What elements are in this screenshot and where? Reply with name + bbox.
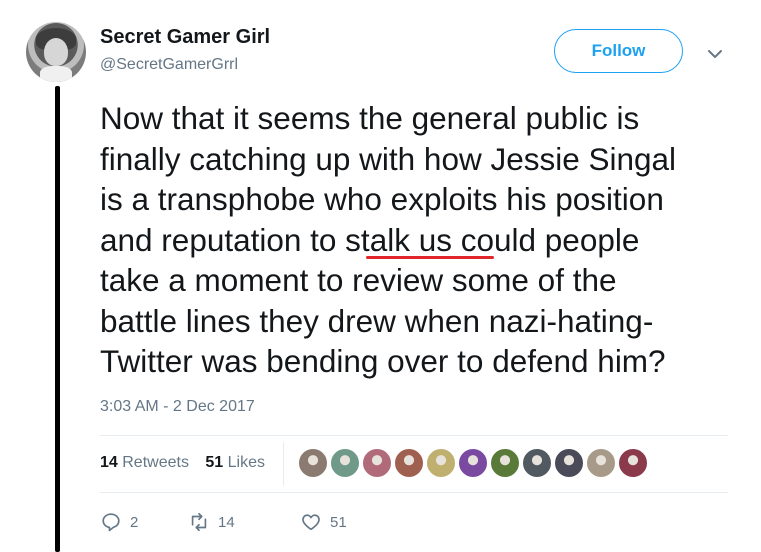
thread-line bbox=[55, 86, 60, 552]
retweet-icon bbox=[191, 512, 207, 532]
liker-avatar-1[interactable] bbox=[297, 447, 329, 479]
reply-count: 2 bbox=[130, 513, 139, 531]
red-underline-annotation bbox=[366, 256, 494, 259]
reply-icon bbox=[102, 513, 120, 532]
liker-avatar-5[interactable] bbox=[425, 447, 457, 479]
avatar[interactable] bbox=[26, 22, 86, 82]
reply-button[interactable]: 2 bbox=[100, 511, 188, 533]
liker-avatar-10[interactable] bbox=[585, 447, 617, 479]
liker-avatar-4[interactable] bbox=[393, 447, 425, 479]
divider bbox=[100, 492, 728, 493]
retweet-count: 14 bbox=[218, 513, 235, 531]
tweet-line: battle lines they drew when nazi-hating- bbox=[100, 302, 654, 339]
likes-label: Likes bbox=[227, 454, 266, 471]
retweets-label: Retweets bbox=[122, 454, 189, 471]
likes-stat[interactable]: 51 Likes bbox=[205, 454, 265, 472]
tweet-text: Now that it seems the general public is … bbox=[100, 98, 740, 382]
avatar-collar bbox=[40, 66, 72, 82]
divider bbox=[100, 435, 728, 436]
likers-avatar-row bbox=[297, 447, 649, 479]
liker-avatar-6[interactable] bbox=[457, 447, 489, 479]
liker-avatar-9[interactable] bbox=[553, 447, 585, 479]
tweet-line: is a transphobe who exploits his positio… bbox=[100, 181, 664, 217]
retweet-button[interactable]: 14 bbox=[188, 511, 300, 533]
tweet-stats: 14 Retweets 51 Likes bbox=[100, 454, 265, 472]
tweet-line: take a moment to review some of the bbox=[100, 262, 617, 298]
like-button[interactable]: 51 bbox=[300, 511, 347, 533]
like-count: 51 bbox=[330, 513, 347, 531]
tweet-line: Now that it seems the general public is bbox=[100, 100, 640, 136]
tweet-actions: 2 14 51 bbox=[100, 508, 347, 536]
display-name[interactable]: Secret Gamer Girl bbox=[100, 26, 270, 49]
tweet-line: Twitter was bending over to defend him? bbox=[100, 343, 666, 379]
chevron-down-icon[interactable] bbox=[703, 42, 727, 66]
stats-separator bbox=[283, 442, 284, 486]
liker-avatar-7[interactable] bbox=[489, 447, 521, 479]
liker-avatar-8[interactable] bbox=[521, 447, 553, 479]
tweet-line: and reputation to stalk us could people bbox=[100, 221, 640, 258]
heart-icon bbox=[302, 514, 320, 531]
avatar-face bbox=[44, 38, 68, 66]
likes-count: 51 bbox=[205, 454, 224, 471]
tweet-line: finally catching up with how Jessie Sing… bbox=[100, 140, 677, 177]
liker-avatar-2[interactable] bbox=[329, 447, 361, 479]
timestamp[interactable]: 3:03 AM - 2 Dec 2017 bbox=[100, 398, 255, 416]
liker-avatar-11[interactable] bbox=[617, 447, 649, 479]
retweets-count: 14 bbox=[100, 454, 118, 471]
retweets-stat[interactable]: 14 Retweets bbox=[100, 454, 189, 472]
liker-avatar-3[interactable] bbox=[361, 447, 393, 479]
follow-button[interactable]: Follow bbox=[554, 29, 683, 73]
handle[interactable]: @SecretGamerGrrl bbox=[100, 56, 238, 74]
